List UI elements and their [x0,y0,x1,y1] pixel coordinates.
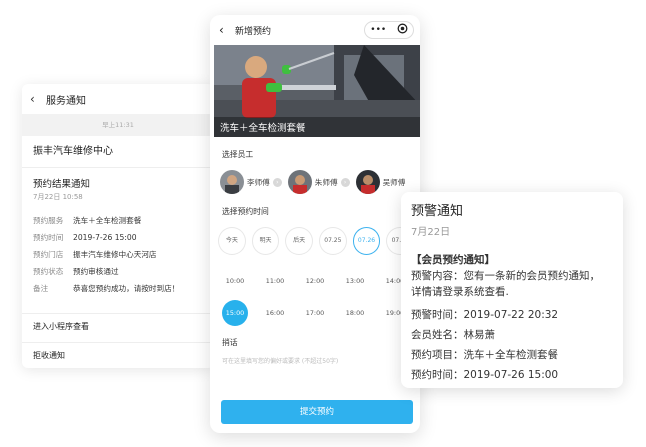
result-details: 预约服务 洗车＋全车检测套餐 预约时间 2019-7-26 15:00 预约门店 振丰… [22,202,214,297]
date-picker: 今天 明天 后天 07.25 07.26 07.27 [210,227,420,255]
staff-option[interactable]: 朱师傅 › [287,170,350,194]
staff-avatar [355,170,380,194]
time-option[interactable]: 16:00 [258,309,292,317]
banner-package-label: 洗车＋全车检测套餐 [220,123,306,134]
staff-name: 吴师傅 [382,177,406,187]
time-option[interactable]: 17:00 [298,309,332,317]
detail-row: 预约门店 振丰汽车维修中心天河店 [33,246,203,263]
alert-field: 预警时间：2019-07-22 20:32 [411,309,559,321]
miniprogram-capsule: ••• [364,21,414,39]
alert-content-line: 预警内容：您有一条新的会员预约通知， [411,270,600,282]
notification-title: 服务通知 [46,95,86,107]
alert-field: 会员姓名：林易萧 [411,329,495,341]
back-arrow-icon[interactable]: ‹ [30,92,46,106]
detail-value: 预约审核通过 [73,267,119,276]
service-notification-card: ‹ 服务通知 早上11:31 振丰汽车维修中心 预约结果通知 7月22日 10:… [22,84,214,368]
back-arrow-icon[interactable]: ‹ [219,23,235,37]
service-banner-image: 洗车＋全车检测套餐 [214,45,420,137]
result-title: 预约结果通知 [33,179,91,190]
staff-option[interactable]: 吴师傅 [355,170,406,194]
date-option-selected[interactable]: 07.26 [352,227,381,255]
time-picker: 10:00 11:00 12:00 13:00 14:00 15:00 16:0… [210,265,420,329]
staff-name: 朱师傅 [314,177,338,187]
staff-section-title: 选择员工 [222,150,254,159]
remark-label: 捎话 [222,338,238,347]
booking-phone-screen: ‹ 新增预约 ••• 洗车＋全车检测套餐 选择员工 李师傅 › 朱师傅 › 吴师… [210,15,420,433]
staff-list: 李师傅 › 朱师傅 › 吴师傅 [210,170,420,194]
time-option[interactable]: 10:00 [218,277,252,285]
time-option[interactable]: 13:00 [338,277,372,285]
staff-option[interactable]: 李师傅 › [220,170,282,194]
detail-value: 振丰汽车维修中心天河店 [73,250,157,259]
chevron-right-icon: › [272,177,282,187]
date-option[interactable]: 07.25 [319,227,347,255]
open-miniprogram-link[interactable]: 进入小程序查看 [22,313,214,339]
staff-name: 李师傅 [247,177,270,187]
more-icon[interactable]: ••• [370,25,386,35]
time-option[interactable]: 18:00 [338,309,372,317]
company-name: 振丰汽车维修中心 [22,136,214,168]
staff-avatar [220,170,244,194]
alert-notification-card: 预警通知 7月22日 【会员预约通知】 预警内容：您有一条新的会员预约通知， 详… [401,192,623,388]
detail-value: 恭喜您预约成功，请按时到店！ [73,284,180,293]
detail-key: 预约门店 [33,250,64,259]
time-option[interactable]: 11:00 [258,277,292,285]
alert-body: 【会员预约通知】 预警内容：您有一条新的会员预约通知， 详情请登录系统查看. 预… [411,252,613,385]
message-time: 早上11:31 [22,114,214,136]
time-section-title: 选择预约时间 [222,207,269,216]
page-title: 新增预约 [235,26,272,37]
detail-row: 预约服务 洗车＋全车检测套餐 [33,212,203,229]
alert-field: 预约时间：2019-07-26 15:00 [411,369,559,381]
result-block: 预约结果通知 7月22日 10:58 [22,168,214,202]
detail-key: 预约服务 [33,216,64,225]
submit-booking-button[interactable]: 提交预约 [221,400,413,424]
time-row: 10:00 11:00 12:00 13:00 14:00 [218,265,420,297]
detail-row: 预约时间 2019-7-26 15:00 [33,229,203,246]
date-option[interactable]: 后天 [285,227,314,255]
detail-key: 预约时间 [33,233,64,242]
time-row: 15:00 16:00 17:00 18:00 19:00 [218,297,420,329]
close-circle-icon[interactable] [397,23,408,37]
staff-avatar [287,170,312,194]
detail-value: 2019-7-26 15:00 [73,233,137,242]
alert-field: 预约项目：洗车＋全车检测套餐 [411,349,558,361]
notification-header: ‹ 服务通知 [22,84,214,114]
chevron-right-icon: › [340,177,350,187]
detail-key: 备注 [33,284,49,293]
alert-content-line: 详情请登录系统查看. [411,286,509,298]
time-option[interactable]: 12:00 [298,277,332,285]
time-option-selected[interactable]: 15:00 [218,300,252,326]
result-date: 7月22日 10:58 [33,193,83,201]
reject-notification-link[interactable]: 拒收通知 [22,342,214,368]
alert-date: 7月22日 [411,227,451,238]
phone-nav-bar: ‹ 新增预约 ••• [210,15,420,45]
date-option[interactable]: 今天 [218,227,246,255]
detail-row: 预约状态 预约审核通过 [33,263,203,280]
time-option-selected-label: 15:00 [222,300,248,326]
detail-row: 备注 恭喜您预约成功，请按时到店！ [33,280,203,297]
alert-heading: 【会员预约通知】 [411,254,495,266]
alert-title: 预警通知 [411,204,464,219]
remark-input[interactable]: 可在这里填写您的偏好或要求 (不超过50字) [210,356,420,365]
date-option[interactable]: 明天 [251,227,280,255]
detail-value: 洗车＋全车检测套餐 [73,216,142,225]
detail-key: 预约状态 [33,267,64,276]
